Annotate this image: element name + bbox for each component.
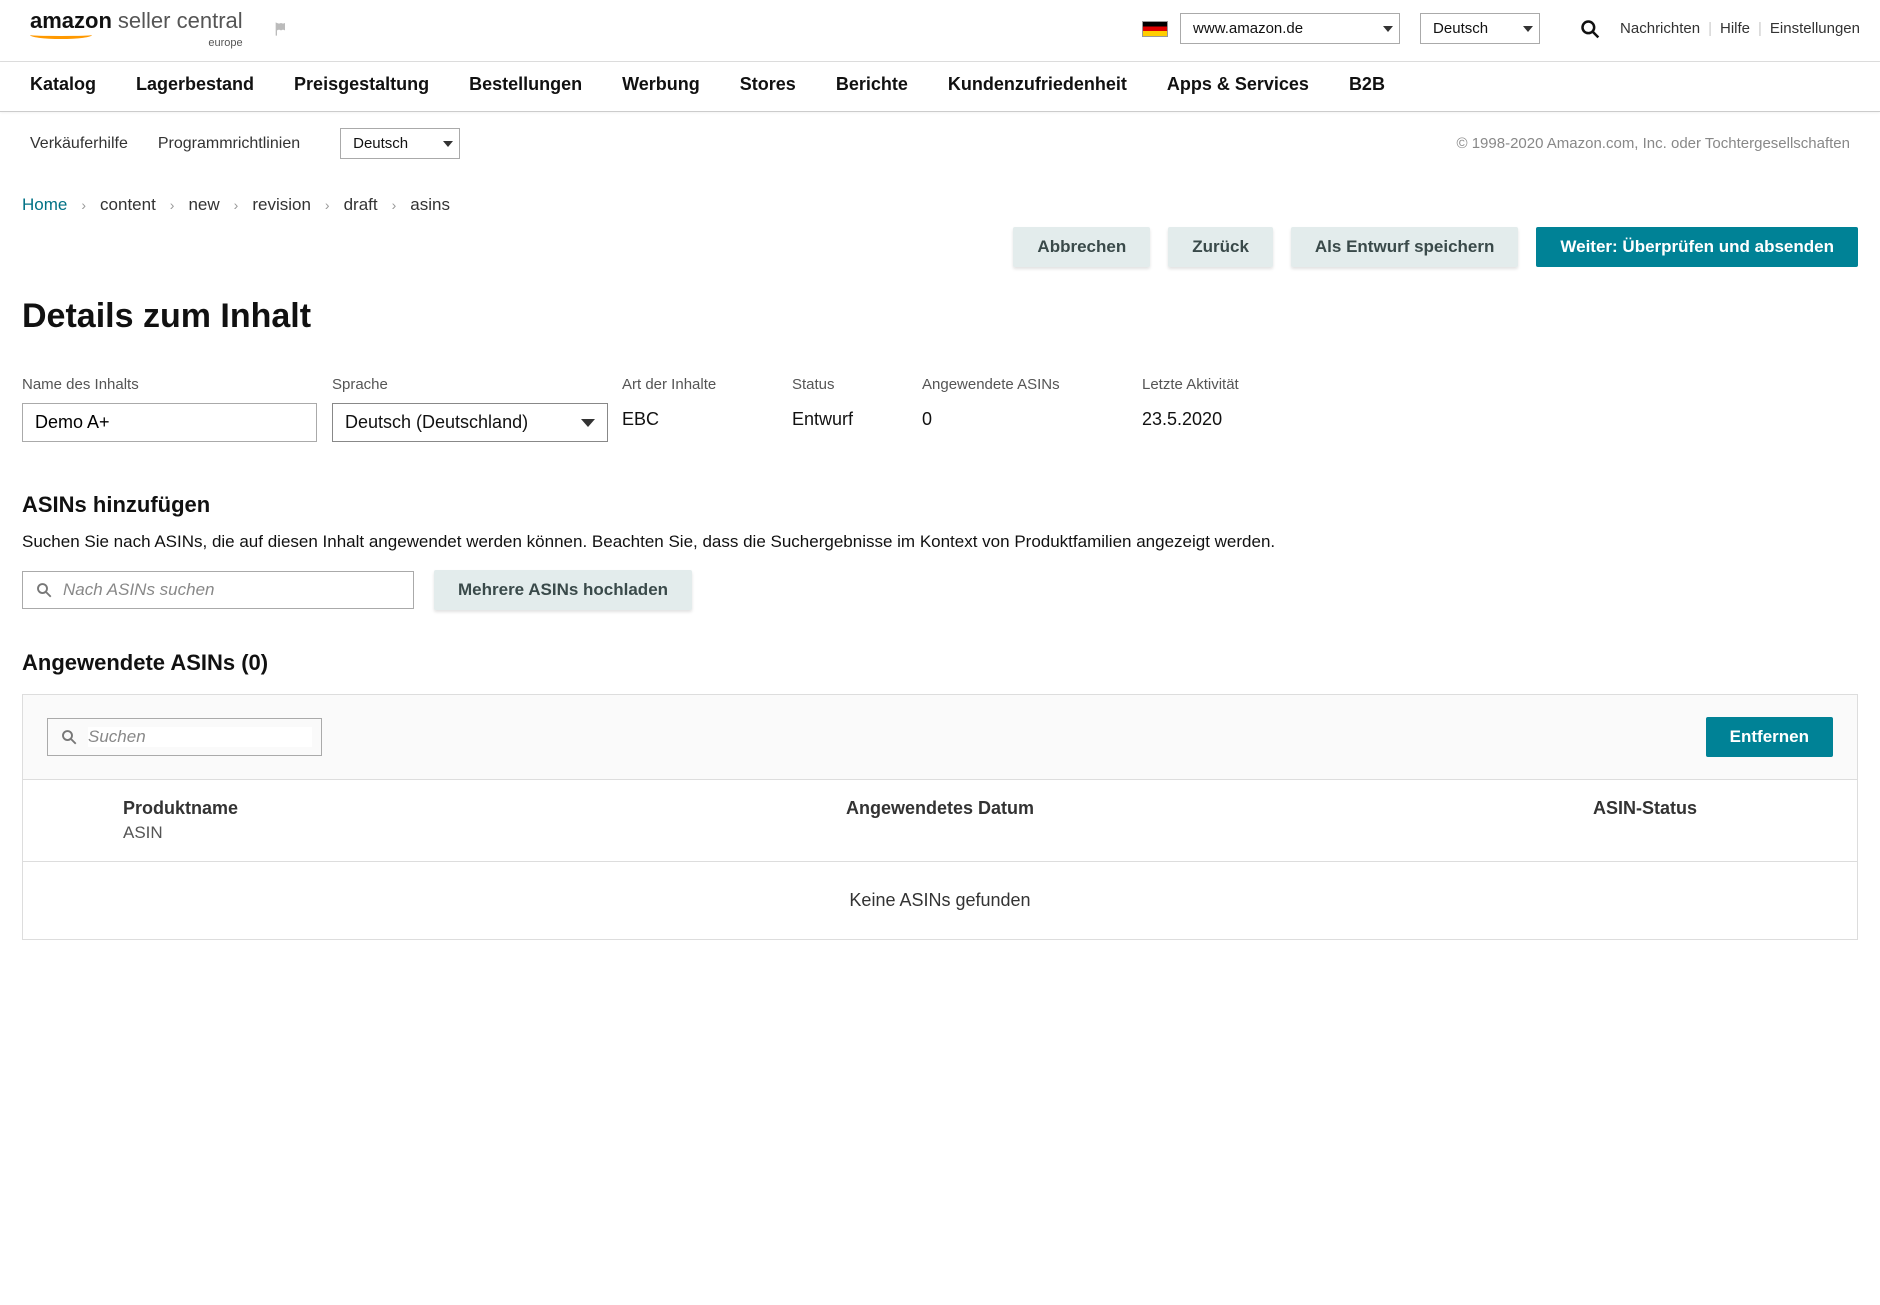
asin-search-box[interactable] xyxy=(22,571,414,609)
nav-b2b[interactable]: B2B xyxy=(1349,74,1385,95)
save-draft-button[interactable]: Als Entwurf speichern xyxy=(1291,227,1518,267)
upload-asins-button[interactable]: Mehrere ASINs hochladen xyxy=(434,570,692,610)
nav-advertising[interactable]: Werbung xyxy=(622,74,700,95)
help-link[interactable]: Hilfe xyxy=(1720,20,1750,37)
seller-help-link[interactable]: Verkäuferhilfe xyxy=(30,135,128,153)
top-header: amazon seller central europe www.amazon.… xyxy=(0,0,1880,62)
nav-customer-satisfaction[interactable]: Kundenzufriedenheit xyxy=(948,74,1127,95)
breadcrumb-revision[interactable]: revision xyxy=(252,195,311,215)
chevron-down-icon xyxy=(443,141,453,147)
marketplace-select[interactable]: www.amazon.de xyxy=(1180,13,1400,44)
cancel-button[interactable]: Abbrechen xyxy=(1013,227,1150,267)
flag-icon xyxy=(269,21,293,37)
language-select[interactable]: Deutsch xyxy=(1420,13,1540,44)
col-applied-date: Angewendetes Datum xyxy=(668,798,1213,843)
applied-asins-box: Entfernen Produktname ASIN Angewendetes … xyxy=(22,694,1858,940)
search-icon xyxy=(60,728,78,746)
marketplace-value: www.amazon.de xyxy=(1193,20,1303,37)
asin-search-row: Mehrere ASINs hochladen xyxy=(22,570,1858,610)
status-value: Entwurf xyxy=(792,403,922,430)
details-grid: Name des Inhalts Sprache Deutsch (Deutsc… xyxy=(22,376,1858,442)
content-name-label: Name des Inhalts xyxy=(22,376,332,393)
chevron-right-icon: › xyxy=(325,197,330,213)
content-name-input[interactable] xyxy=(22,403,317,442)
chevron-right-icon: › xyxy=(234,197,239,213)
logo-seller-text: seller central xyxy=(118,8,243,34)
chevron-right-icon: › xyxy=(392,197,397,213)
chevron-down-icon xyxy=(581,419,595,427)
back-button[interactable]: Zurück xyxy=(1168,227,1273,267)
breadcrumb-draft[interactable]: draft xyxy=(344,195,378,215)
col-product-name: Produktname xyxy=(123,798,668,819)
nav-reports[interactable]: Berichte xyxy=(836,74,908,95)
help-language-value: Deutsch xyxy=(353,135,408,152)
policies-link[interactable]: Programmrichtlinien xyxy=(158,135,300,153)
last-activity-value: 23.5.2020 xyxy=(1142,403,1312,430)
logo-region: europe xyxy=(208,37,242,49)
content-type-value: EBC xyxy=(622,403,792,430)
copyright-text: © 1998-2020 Amazon.com, Inc. oder Tochte… xyxy=(1456,135,1850,152)
page-title: Details zum Inhalt xyxy=(22,297,1858,336)
chevron-right-icon: › xyxy=(81,197,86,213)
asin-search-input[interactable] xyxy=(63,580,401,600)
chevron-right-icon: › xyxy=(170,197,175,213)
language-select-input[interactable]: Deutsch (Deutschland) xyxy=(332,403,608,442)
nav-catalog[interactable]: Katalog xyxy=(30,74,96,95)
germany-flag-icon xyxy=(1142,21,1168,37)
top-links: Nachrichten | Hilfe | Einstellungen xyxy=(1620,20,1860,37)
chevron-down-icon xyxy=(1383,26,1393,32)
page-content: Home › content › new › revision › draft … xyxy=(0,175,1880,980)
breadcrumb-asins: asins xyxy=(410,195,450,215)
applied-asins-value: 0 xyxy=(922,403,1142,430)
breadcrumb: Home › content › new › revision › draft … xyxy=(22,195,1858,215)
help-language-select[interactable]: Deutsch xyxy=(340,128,460,159)
col-asin: ASIN xyxy=(123,823,668,843)
table-header: Produktname ASIN Angewendetes Datum ASIN… xyxy=(23,780,1857,862)
applied-asins-toolbar: Entfernen xyxy=(23,695,1857,780)
search-icon xyxy=(35,581,53,599)
applied-filter-box[interactable] xyxy=(47,718,322,756)
applied-asins-label: Angewendete ASINs xyxy=(922,376,1142,393)
breadcrumb-home[interactable]: Home xyxy=(22,195,67,215)
language-value: Deutsch xyxy=(1433,20,1488,37)
language-select-value: Deutsch (Deutschland) xyxy=(345,412,528,432)
nav-stores[interactable]: Stores xyxy=(740,74,796,95)
empty-state: Keine ASINs gefunden xyxy=(23,862,1857,939)
add-asins-heading: ASINs hinzufügen xyxy=(22,492,1858,518)
applied-asins-heading: Angewendete ASINs (0) xyxy=(22,650,1858,676)
remove-button[interactable]: Entfernen xyxy=(1706,717,1833,757)
status-label: Status xyxy=(792,376,922,393)
next-button[interactable]: Weiter: Überprüfen und absenden xyxy=(1536,227,1858,267)
messages-link[interactable]: Nachrichten xyxy=(1620,20,1700,37)
add-asins-help: Suchen Sie nach ASINs, die auf diesen In… xyxy=(22,532,1858,552)
language-label: Sprache xyxy=(332,376,622,393)
applied-filter-input[interactable] xyxy=(88,727,312,747)
search-icon[interactable] xyxy=(1580,19,1600,39)
last-activity-label: Letzte Aktivität xyxy=(1142,376,1312,393)
breadcrumb-content[interactable]: content xyxy=(100,195,156,215)
breadcrumb-new[interactable]: new xyxy=(188,195,219,215)
logo-amazon-text: amazon xyxy=(30,8,112,33)
chevron-down-icon xyxy=(1523,26,1533,32)
main-nav: Katalog Lagerbestand Preisgestaltung Bes… xyxy=(0,62,1880,112)
nav-pricing[interactable]: Preisgestaltung xyxy=(294,74,429,95)
nav-apps[interactable]: Apps & Services xyxy=(1167,74,1309,95)
logo[interactable]: amazon seller central europe xyxy=(30,8,243,49)
action-buttons: Abbrechen Zurück Als Entwurf speichern W… xyxy=(22,227,1858,267)
sub-bar: Verkäuferhilfe Programmrichtlinien Deuts… xyxy=(0,112,1880,175)
nav-orders[interactable]: Bestellungen xyxy=(469,74,582,95)
settings-link[interactable]: Einstellungen xyxy=(1770,20,1860,37)
content-type-label: Art der Inhalte xyxy=(622,376,792,393)
col-asin-status: ASIN-Status xyxy=(1212,798,1757,843)
nav-inventory[interactable]: Lagerbestand xyxy=(136,74,254,95)
